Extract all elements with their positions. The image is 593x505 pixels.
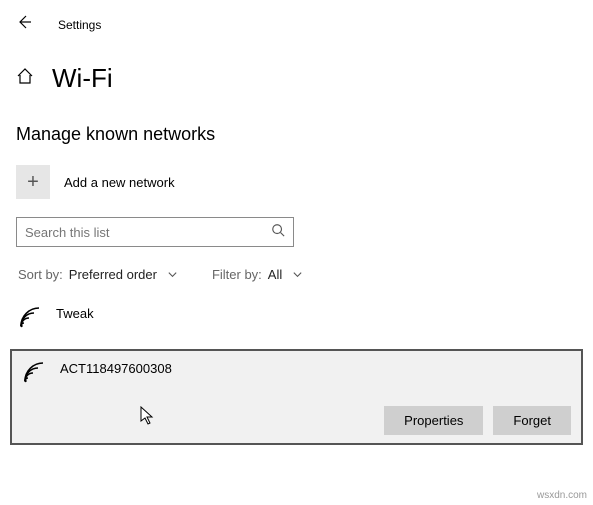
- chevron-down-icon: [167, 269, 178, 280]
- network-item[interactable]: Tweak: [10, 300, 583, 341]
- network-item-selected[interactable]: ACT118497600308 Properties Forget: [10, 349, 583, 445]
- back-icon[interactable]: [16, 14, 32, 35]
- page-title: Wi-Fi: [52, 63, 113, 94]
- network-name: Tweak: [56, 304, 94, 321]
- sort-by-dropdown[interactable]: Sort by: Preferred order: [18, 267, 178, 282]
- search-icon[interactable]: [271, 223, 285, 242]
- filter-value: All: [268, 267, 282, 282]
- filter-label: Filter by:: [212, 267, 262, 282]
- wifi-icon: [18, 304, 42, 335]
- search-input[interactable]: [25, 225, 271, 240]
- search-box[interactable]: [16, 217, 294, 247]
- home-icon[interactable]: [16, 67, 34, 90]
- wifi-icon: [22, 359, 46, 390]
- add-network-row[interactable]: + Add a new network: [0, 153, 593, 207]
- chevron-down-icon: [292, 269, 303, 280]
- sort-label: Sort by:: [18, 267, 63, 282]
- filter-by-dropdown[interactable]: Filter by: All: [212, 267, 303, 282]
- watermark: wsxdn.com: [537, 490, 587, 501]
- properties-button[interactable]: Properties: [384, 406, 483, 435]
- app-title: Settings: [58, 18, 101, 32]
- add-network-label: Add a new network: [64, 175, 175, 190]
- plus-icon[interactable]: +: [16, 165, 50, 199]
- forget-button[interactable]: Forget: [493, 406, 571, 435]
- cursor-icon: [140, 406, 156, 431]
- page-subtitle: Manage known networks: [0, 102, 593, 153]
- network-name: ACT118497600308: [60, 359, 172, 390]
- sort-value: Preferred order: [69, 267, 157, 282]
